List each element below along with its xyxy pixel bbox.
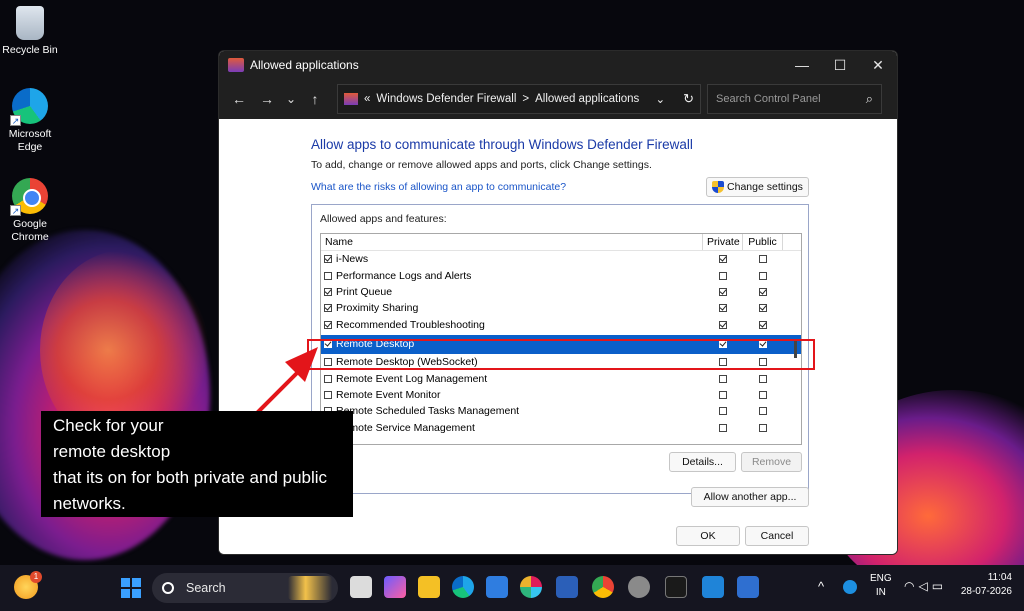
clock-time: 11:04	[987, 572, 1012, 583]
wifi-icon: ◠	[904, 579, 919, 593]
search-highlight-icon	[288, 576, 332, 600]
instruction-callout: Check for your remote desktop that its o…	[41, 411, 353, 517]
chrome-taskbar-icon[interactable]	[592, 576, 614, 598]
language-indicator[interactable]: ENG IN	[870, 572, 892, 600]
language-code: ENG	[870, 573, 892, 584]
callout-line: networks.	[53, 494, 126, 513]
notification-badge: 1	[30, 571, 42, 583]
weather-widget-icon[interactable]: 1	[14, 571, 42, 599]
volume-icon: ◁	[918, 579, 932, 593]
annotation-arrow-head	[285, 347, 318, 382]
callout-line: Check for your	[53, 416, 164, 435]
paint-icon[interactable]	[702, 576, 724, 598]
clock-date: 28-07-2026	[960, 586, 1012, 597]
taskbar: 1 Search ^ ENG IN ◠◁▭ 11:04 28-07-2026	[0, 565, 1024, 611]
defender-tray-icon[interactable]	[843, 580, 857, 594]
show-hidden-icons-chevron[interactable]: ^	[818, 579, 824, 594]
settings-gear-icon[interactable]	[628, 576, 650, 598]
region-code: IN	[875, 587, 886, 598]
taskbar-search-label: Search	[186, 581, 226, 595]
callout-line: that its on for both private and public	[53, 468, 328, 487]
store-icon[interactable]	[486, 576, 508, 598]
annotation-arrow	[223, 347, 318, 447]
edge-taskbar-icon[interactable]	[452, 576, 474, 598]
clock[interactable]: 11:04 28-07-2026	[961, 571, 1012, 599]
firewall-control-panel-icon[interactable]	[737, 576, 759, 598]
slack-icon[interactable]	[520, 576, 542, 598]
file-explorer-icon[interactable]	[418, 576, 440, 598]
task-view-icon[interactable]	[350, 576, 372, 598]
copilot-icon[interactable]	[384, 576, 406, 598]
search-icon	[162, 582, 174, 594]
terminal-icon[interactable]	[665, 576, 687, 598]
taskbar-search[interactable]: Search	[152, 573, 338, 603]
system-tray-icons[interactable]: ◠◁▭	[904, 579, 947, 593]
start-button[interactable]	[121, 578, 141, 598]
remote-desktop-icon[interactable]	[556, 576, 578, 598]
callout-line: remote desktop	[53, 442, 171, 461]
battery-icon: ▭	[931, 579, 948, 593]
windows-logo-icon	[121, 578, 130, 587]
